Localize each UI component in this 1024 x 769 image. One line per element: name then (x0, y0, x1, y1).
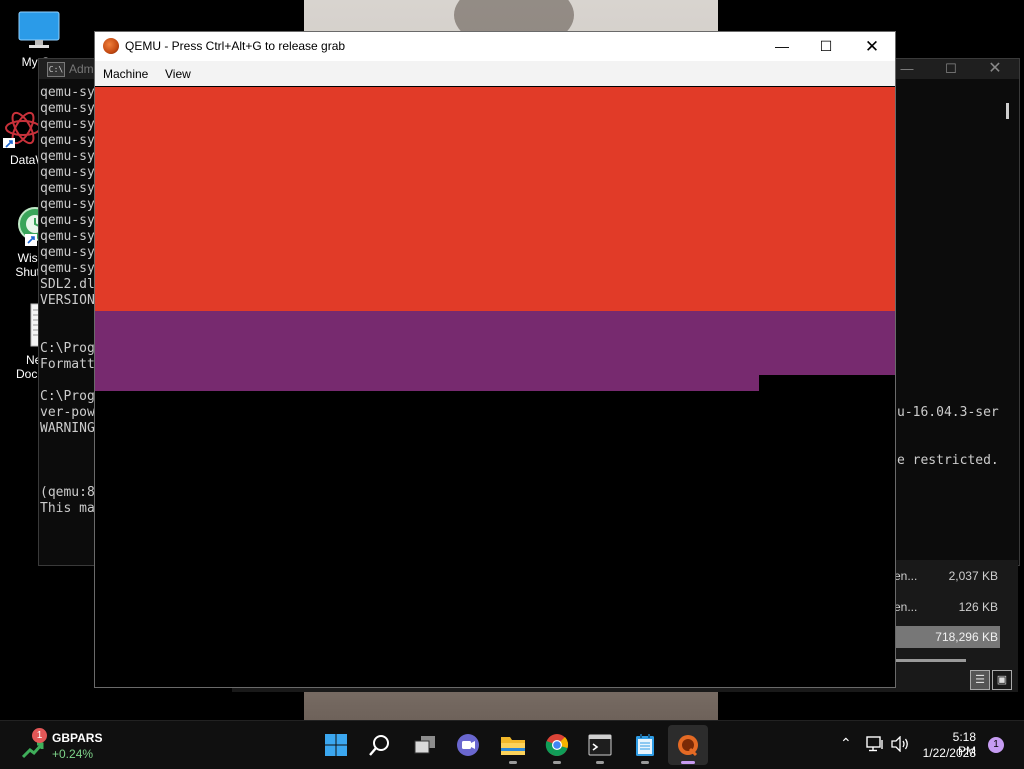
file-row[interactable]: en... 2,037 KB (894, 565, 1000, 587)
console-line: e restricted. (897, 453, 999, 468)
teams-chat-icon (457, 734, 479, 756)
chat-button[interactable] (448, 725, 488, 765)
console-line: qemu-sy (40, 261, 95, 276)
console-line: qemu-sy (40, 101, 95, 116)
vm-screen-red-band (95, 87, 895, 311)
console-line: qemu-sy (40, 133, 95, 148)
search-icon (369, 735, 389, 756)
large-icons-view-icon[interactable]: ▣ (992, 670, 1012, 690)
console-line: qemu-sy (40, 165, 95, 180)
console-line: Formatt (40, 357, 95, 372)
console-line: qemu-sy (40, 197, 95, 212)
maximize-button[interactable]: ☐ (803, 32, 849, 61)
cmd-icon: C:\ (47, 62, 65, 77)
running-indicator (596, 761, 604, 764)
console-line: C:\Prog (40, 341, 95, 356)
running-indicator (553, 761, 561, 764)
qemu-icon (678, 735, 698, 757)
start-icon (325, 734, 347, 756)
running-indicator (509, 761, 517, 764)
stock-name: GBPARS (52, 731, 103, 745)
task-view-button[interactable] (405, 725, 445, 765)
widget-badge: 1 (32, 728, 47, 743)
maximize-button[interactable]: ☐ (929, 59, 973, 79)
stock-widget[interactable]: 1 GBPARS +0.24% (20, 728, 140, 764)
system-tray: ⌃ 5:18 PM 1/22/2023 1 (836, 721, 1024, 769)
notepad-icon (636, 734, 654, 756)
chrome-button[interactable] (537, 725, 577, 765)
console-line: qemu-sy (40, 181, 95, 196)
console-line: VERSION (40, 293, 95, 308)
volume-icon[interactable] (890, 736, 910, 752)
file-explorer-icon (501, 737, 525, 755)
clock-date[interactable]: 1/22/2023 (922, 746, 976, 760)
console-line: u-16.04.3-ser (897, 405, 999, 420)
trend-up-icon (22, 742, 44, 759)
vm-screen-purple-band-tail (95, 375, 759, 391)
chevron-up-icon[interactable]: ⌃ (840, 735, 852, 752)
start-button[interactable] (316, 725, 356, 765)
console-line: qemu-sy (40, 229, 95, 244)
menu-view[interactable]: View (165, 67, 191, 81)
console-line: C:\Prog (40, 389, 95, 404)
console-line: qemu-sy (40, 213, 95, 228)
file-row-selected[interactable]: 718,296 KB (894, 626, 1000, 648)
qemu-menubar: Machine View (95, 61, 895, 86)
console-scrollbar-thumb[interactable] (1006, 103, 1009, 119)
file-row[interactable]: en... 126 KB (894, 596, 1000, 618)
console-output-right: u-16.04.3-ser e restricted. (897, 405, 1017, 469)
notification-badge[interactable]: 1 (988, 737, 1004, 753)
file-name: en... (894, 600, 918, 614)
console-title: Adm (69, 62, 94, 76)
notepad-button[interactable] (625, 725, 665, 765)
console-line: qemu-sy (40, 85, 95, 100)
vm-screen-purple-band (95, 311, 895, 375)
terminal-icon (588, 734, 612, 756)
console-line: qemu-sy (40, 117, 95, 132)
chrome-icon (545, 734, 569, 756)
qemu-window[interactable]: QEMU - Press Ctrl+Alt+G to release grab … (94, 31, 896, 688)
file-size: 126 KB (958, 600, 998, 614)
details-view-icon[interactable]: ☰ (970, 670, 990, 690)
horizontal-scrollbar[interactable] (896, 659, 966, 662)
close-button[interactable]: ✕ (849, 32, 895, 61)
console-line: qemu-sy (40, 149, 95, 164)
console-line: WARNING (40, 421, 95, 436)
window-title: QEMU - Press Ctrl+Alt+G to release grab (125, 39, 346, 53)
file-explorer-button[interactable] (493, 725, 533, 765)
close-button[interactable]: ✕ (973, 59, 1017, 79)
console-line: SDL2.dl (40, 277, 95, 292)
console-line: (qemu:8 (40, 485, 95, 500)
file-size: 718,296 KB (935, 630, 998, 644)
taskbar: 1 GBPARS +0.24% ⌃ 5:18 PM 1/22/2023 1 (0, 720, 1024, 769)
minimize-button[interactable]: — (759, 32, 805, 61)
qemu-logo-icon (103, 38, 119, 54)
stock-change: +0.24% (52, 747, 94, 761)
task-view-icon (414, 736, 435, 754)
vm-display[interactable] (95, 87, 895, 687)
running-indicator (641, 761, 649, 764)
qemu-taskbar-button[interactable] (668, 725, 708, 765)
file-size: 2,037 KB (948, 569, 998, 583)
console-line: This ma (40, 501, 95, 516)
search-button[interactable] (360, 725, 400, 765)
network-icon[interactable] (866, 736, 884, 752)
monitor-icon (4, 10, 74, 53)
file-name: en... (894, 569, 918, 583)
console-output-left: qemu-sy qemu-sy qemu-sy qemu-sy qemu-sy qemu-… (40, 85, 100, 517)
menu-machine[interactable]: Machine (103, 67, 148, 81)
qemu-titlebar[interactable]: QEMU - Press Ctrl+Alt+G to release grab … (95, 32, 895, 61)
active-indicator (681, 761, 695, 764)
terminal-button[interactable] (580, 725, 620, 765)
console-line: ver-pow (40, 405, 95, 420)
console-line: qemu-sy (40, 245, 95, 260)
